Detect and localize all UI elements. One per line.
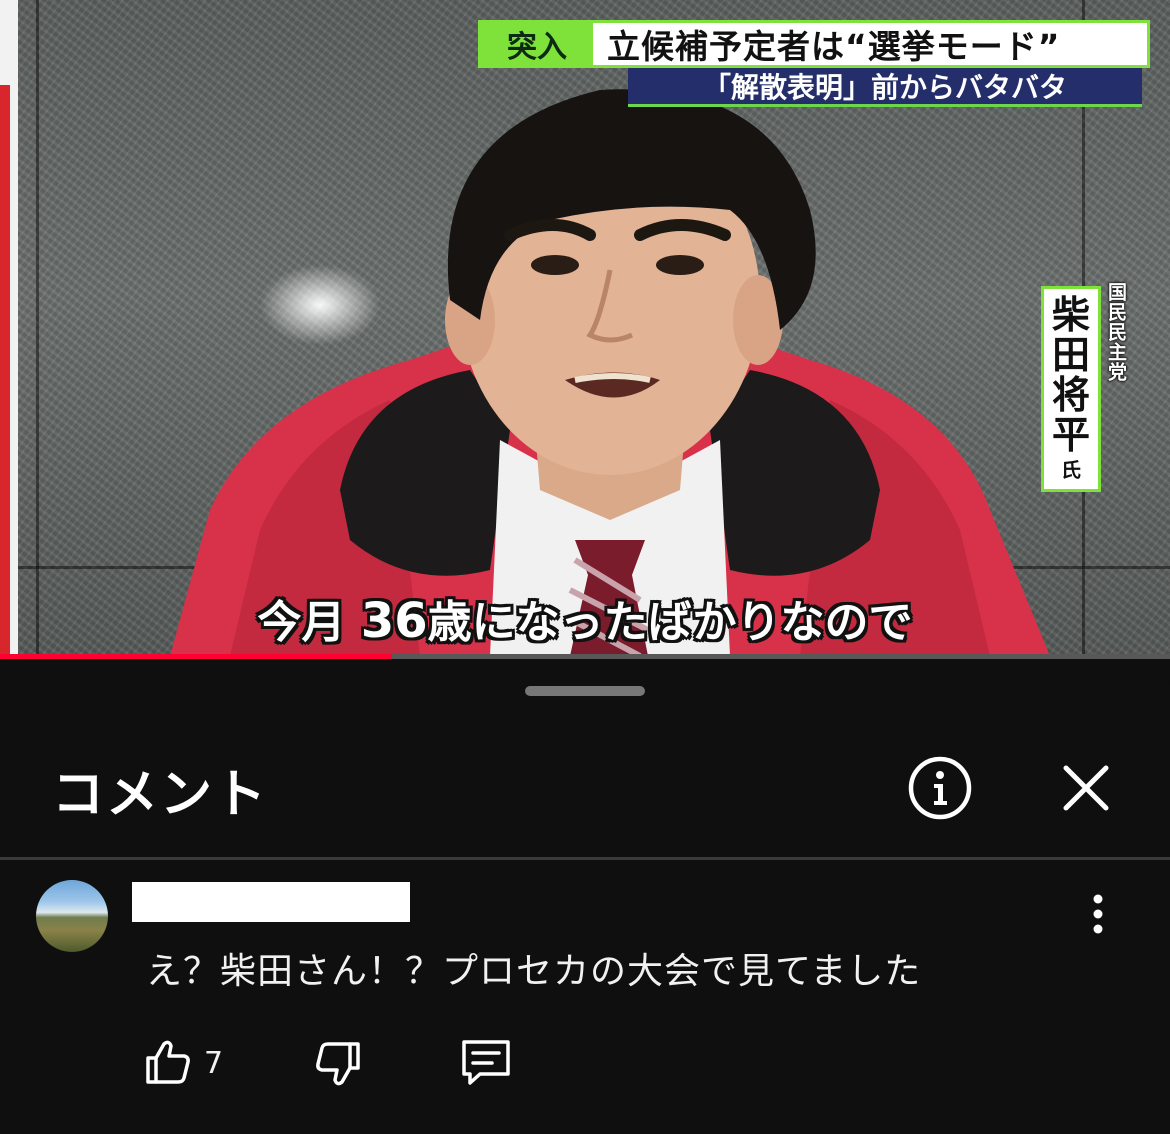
news-headline-banner: 突入 立候補予定者は“選挙モード” [478, 20, 1150, 68]
speaker-name-caption: 柴 田 将 平 氏 [1041, 286, 1101, 492]
name-honorific: 氏 [1061, 458, 1081, 482]
video-progress-fill [0, 654, 392, 659]
thumbs-up-icon [146, 1040, 190, 1084]
username-redacted [132, 882, 410, 922]
headline-title: 立候補予定者は“選挙モード” [607, 27, 1061, 66]
thumbs-down-icon [316, 1042, 360, 1086]
more-vertical-icon [1093, 894, 1103, 934]
video-player[interactable]: 突入 立候補予定者は“選挙モード” 「解散表明」前からバタバタ 柴 田 将 平 … [0, 0, 1170, 656]
comments-title: コメント [52, 765, 269, 825]
name-char: 平 [1051, 413, 1090, 457]
video-subtitle: 今月 36歳になったばかりなので [0, 586, 1170, 650]
tile-seam [36, 0, 39, 656]
speaker-party: 国民民主党 [1105, 282, 1127, 382]
close-icon [1063, 765, 1109, 811]
info-button[interactable] [908, 756, 972, 820]
headline-subtitle: 「解散表明」前からバタバタ [628, 68, 1142, 107]
speaker-figure [170, 89, 1050, 656]
drag-handle[interactable] [525, 686, 645, 696]
info-icon [908, 756, 972, 820]
video-frame-accent [0, 85, 10, 655]
reply-icon [462, 1040, 510, 1085]
reply-button[interactable] [458, 1036, 514, 1088]
name-char: 将 [1051, 373, 1090, 417]
name-char: 柴 [1051, 293, 1090, 337]
subtitle-suffix: 歳になったばかりなので [427, 597, 913, 648]
avatar[interactable] [36, 880, 108, 952]
like-count: 7 [204, 1046, 224, 1081]
video-progress-bar[interactable] [0, 654, 1170, 659]
comment-more-button[interactable] [1084, 892, 1112, 936]
header-divider [0, 857, 1170, 860]
like-button[interactable] [142, 1036, 194, 1088]
dislike-button[interactable] [312, 1038, 364, 1090]
comment-text: え？柴田さん！？プロセカの大会で見てました [146, 951, 922, 992]
subtitle-number: 36 [360, 593, 428, 649]
name-char: 田 [1051, 333, 1090, 377]
comments-sheet: コメント え？柴田さん！？プロセカの大会で見てました 7 [0, 662, 1170, 1134]
headline-tag: 突入 [481, 23, 593, 65]
close-button[interactable] [1060, 762, 1112, 814]
subtitle-prefix: 今月 [257, 597, 361, 648]
